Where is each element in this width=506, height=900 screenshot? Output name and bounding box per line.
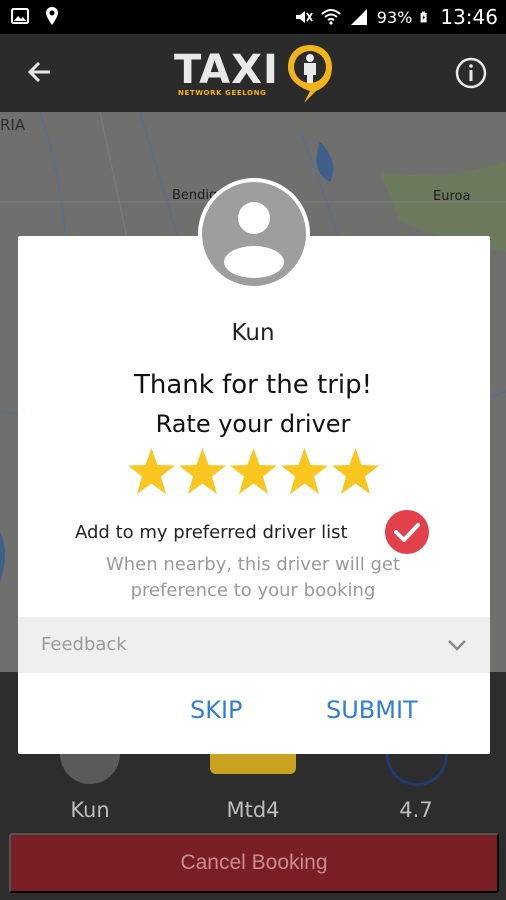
taxi-logo: TAXI NETWORK GEELONG (172, 43, 338, 105)
vehicle-id: Mtd4 (226, 798, 280, 822)
image-icon (11, 8, 29, 24)
map-label: Euroa (433, 189, 471, 204)
star-icon[interactable] (177, 446, 228, 498)
star-rating[interactable] (126, 446, 382, 498)
logo-text: TAXI (174, 47, 279, 93)
signal-icon (350, 9, 367, 25)
submit-button[interactable]: SUBMIT (326, 696, 418, 724)
location-icon (46, 7, 58, 25)
wifi-icon (321, 9, 341, 25)
feedback-label: Feedback (41, 634, 127, 655)
cancel-booking-button[interactable]: Cancel Booking (9, 833, 499, 893)
driver-rating: 4.7 (399, 798, 433, 822)
arrow-back-icon[interactable] (22, 54, 58, 90)
taxi-pin-icon (288, 45, 332, 103)
battery-percent: 93% (376, 7, 413, 27)
preferred-driver-label: Add to my preferred driver list (75, 521, 348, 543)
star-icon[interactable] (330, 446, 381, 498)
star-icon[interactable] (228, 446, 279, 498)
mute-icon (295, 11, 313, 23)
driver-name: Kun (231, 320, 275, 346)
logo-subtext: NETWORK GEELONG (178, 89, 267, 97)
clock: 13:46 (440, 5, 498, 29)
skip-button[interactable]: SKIP (190, 696, 243, 724)
avatar (198, 178, 310, 290)
info-icon[interactable] (454, 56, 488, 90)
driver-name-small: Kun (70, 798, 110, 822)
status-bar: 93% 13:46 (0, 0, 506, 34)
checkmark-icon[interactable] (383, 508, 431, 556)
star-icon[interactable] (279, 446, 330, 498)
preferred-driver-row[interactable]: Add to my preferred driver list (75, 510, 429, 554)
star-icon[interactable] (126, 446, 177, 498)
feedback-dropdown[interactable]: Feedback (18, 617, 490, 673)
thanks-heading: Thank for the trip! (133, 370, 373, 400)
chevron-down-icon (448, 640, 466, 651)
map-label: RIA (0, 116, 26, 134)
rate-prompt: Rate your driver (155, 410, 351, 438)
battery-charging-icon (420, 11, 427, 23)
preferred-driver-note: When nearby, this driver will get prefer… (105, 554, 401, 601)
app-bar: TAXI NETWORK GEELONG (0, 34, 506, 112)
person-icon (224, 202, 284, 278)
